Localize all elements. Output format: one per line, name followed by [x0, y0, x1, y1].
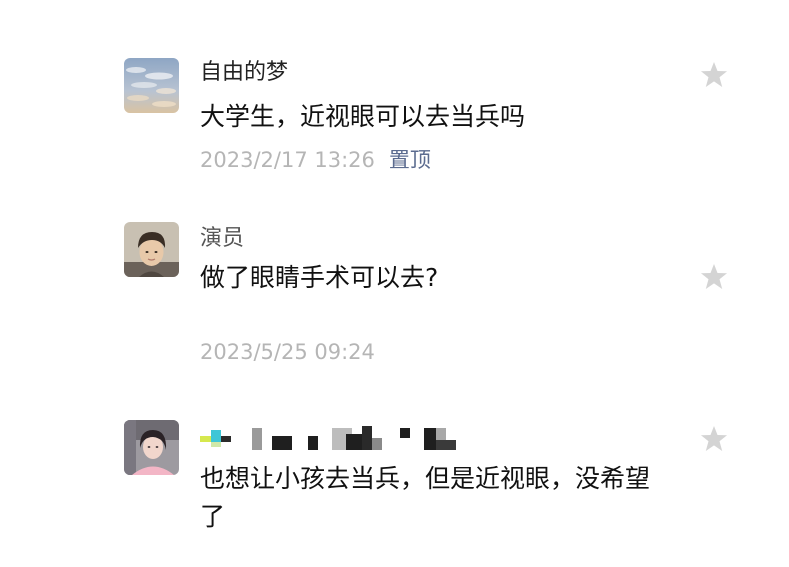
star-icon[interactable]	[699, 424, 729, 454]
avatar[interactable]	[124, 420, 179, 475]
avatar[interactable]	[124, 222, 179, 277]
star-icon[interactable]	[699, 262, 729, 292]
avatar[interactable]	[124, 58, 179, 113]
comment-text: 大学生，近视眼可以去当兵吗	[200, 102, 526, 131]
timestamp: 2023/2/17 13:26	[200, 148, 375, 172]
pixelated-username[interactable]	[200, 424, 470, 450]
pin-label[interactable]: 置顶	[389, 148, 431, 172]
comment-meta: 2023/5/25 09:24	[200, 338, 375, 366]
comment-text: 也想让小孩去当兵，但是近视眼，没希望了	[200, 464, 651, 531]
timestamp: 2023/5/25 09:24	[200, 340, 375, 364]
comment-text: 做了眼睛手术可以去?	[200, 263, 439, 292]
username[interactable]: 自由的梦	[200, 59, 288, 87]
comment-meta: 2023/2/17 13:26 置顶	[200, 146, 431, 174]
username[interactable]: 演员	[200, 225, 244, 253]
star-icon[interactable]	[699, 60, 729, 90]
